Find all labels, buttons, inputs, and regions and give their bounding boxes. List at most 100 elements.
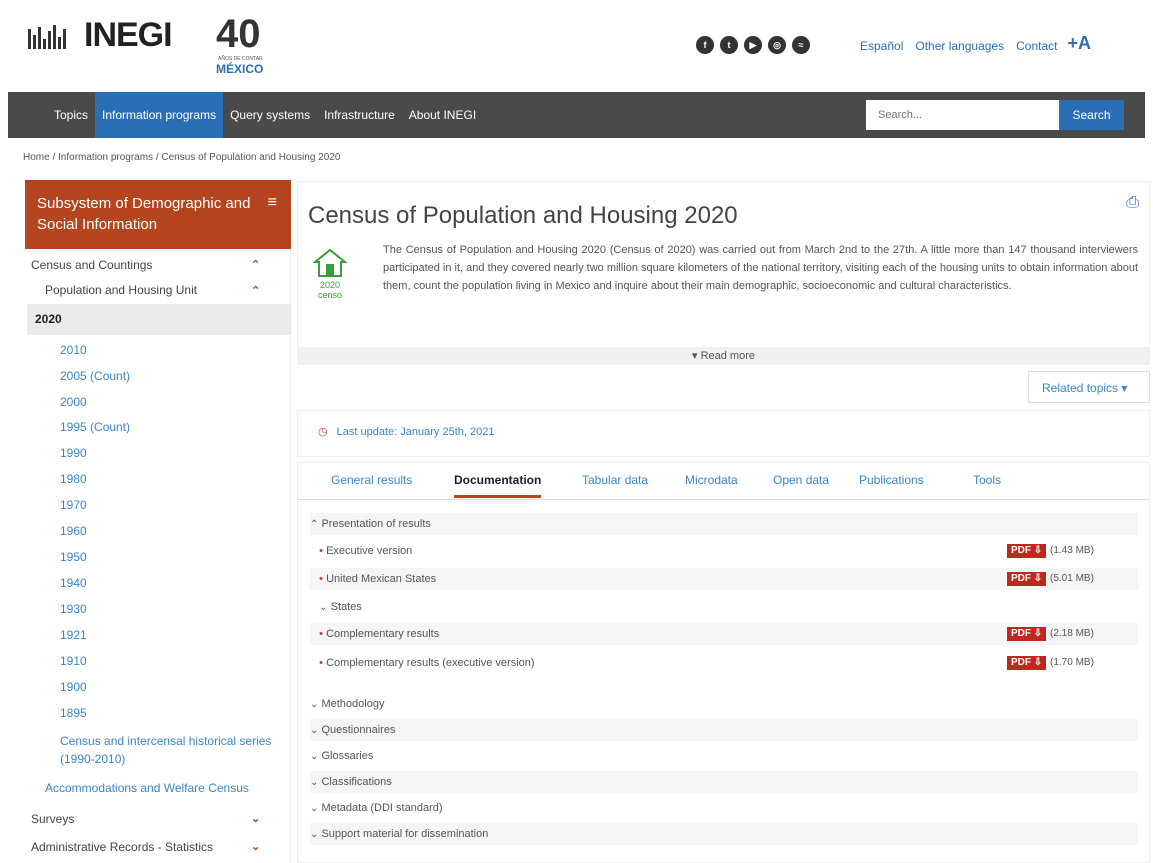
nav-item-topics[interactable]: Topics <box>47 92 95 138</box>
section-metadata[interactable]: ⌄ Metadata (DDI standard) <box>310 797 1138 819</box>
facebook-icon[interactable]: f <box>696 36 714 54</box>
related-topics-button[interactable]: Related topics ▾ <box>1028 371 1150 403</box>
sidebar-item-1895[interactable]: 1895 <box>60 706 87 720</box>
font-size-button[interactable]: +A <box>1067 33 1091 54</box>
section-questionnaires[interactable]: ⌄ Questionnaires <box>310 719 1138 741</box>
doc-row-states[interactable]: ⌄ States <box>310 596 1138 618</box>
caret-up-icon: ⌃ <box>310 519 319 530</box>
contact-link[interactable]: Contact <box>1016 39 1057 53</box>
section-label: Support material for dissemination <box>321 828 489 840</box>
sidebar-item-historical-series[interactable]: Census and intercensal historical series… <box>60 732 275 768</box>
rss-icon[interactable]: ≈ <box>792 36 810 54</box>
doc-row: • Executive version PDF ⇩ (1.43 MB) <box>310 540 1138 562</box>
file-size: (1.70 MB) <box>1050 657 1094 668</box>
caret-down-icon: ⌄ <box>319 602 328 613</box>
sidebar-item-2000[interactable]: 2000 <box>60 395 87 409</box>
sidebar-item-2020[interactable]: 2020 <box>27 304 291 335</box>
doc-row: • Complementary results (executive versi… <box>310 652 1138 674</box>
sidebar-item-1970[interactable]: 1970 <box>60 498 87 512</box>
tab-tabular-data[interactable]: Tabular data <box>582 473 648 487</box>
sidebar-item-1900[interactable]: 1900 <box>60 680 87 694</box>
sidebar-item-accommodations[interactable]: Accommodations and Welfare Census <box>45 781 249 795</box>
language-spanish-link[interactable]: Español <box>860 39 903 53</box>
documentation-card: General results Documentation Tabular da… <box>297 462 1150 863</box>
section-label: Methodology <box>321 698 385 710</box>
logo-text: INEGI <box>84 16 173 54</box>
pdf-download-button[interactable]: PDF ⇩ <box>1007 627 1047 641</box>
tab-open-data[interactable]: Open data <box>773 473 829 487</box>
sidebar-item-census-countings[interactable]: Census and Countings <box>31 258 152 272</box>
sidebar-item-1910[interactable]: 1910 <box>60 654 87 668</box>
anniversary-number: 40 <box>216 12 261 56</box>
pdf-download-button[interactable]: PDF ⇩ <box>1007 544 1047 558</box>
search-input[interactable] <box>866 100 1059 130</box>
sidebar-item-1960[interactable]: 1960 <box>60 524 87 538</box>
census-intro-card: Census of Population and Housing 2020 ⎙ … <box>297 181 1150 365</box>
nav-item-information-programs[interactable]: Information programs <box>95 92 224 138</box>
inegi-logo[interactable]: INEGI <box>28 16 173 55</box>
sidebar-title: Subsystem of Demographic and Social Info… <box>25 180 291 249</box>
instagram-icon[interactable]: ◎ <box>768 36 786 54</box>
read-more-button[interactable]: ▾ Read more <box>298 347 1149 365</box>
breadcrumb[interactable]: Home / Information programs / Census of … <box>23 152 340 163</box>
sidebar-item-surveys[interactable]: Surveys <box>31 812 74 826</box>
chevron-up-icon[interactable]: ⌃ <box>251 258 260 271</box>
section-presentation-results[interactable]: ⌃ Presentation of results <box>310 513 1138 535</box>
caret-down-icon: ⌄ <box>310 829 319 840</box>
chevron-up-icon[interactable]: ⌃ <box>251 284 260 297</box>
doc-link[interactable]: United Mexican States <box>326 573 436 585</box>
section-glossaries[interactable]: ⌄ Glossaries <box>310 745 1138 767</box>
youtube-icon[interactable]: ▶ <box>744 36 762 54</box>
doc-link[interactable]: Complementary results <box>326 628 439 640</box>
caret-down-icon: ⌄ <box>310 725 319 736</box>
sidebar-item-2005[interactable]: 2005 (Count) <box>60 369 130 383</box>
bullet-icon: • <box>319 573 324 585</box>
section-classifications[interactable]: ⌄ Classifications <box>310 771 1138 793</box>
sidebar-item-admin-records[interactable]: Administrative Records - Statistics <box>31 840 213 854</box>
section-support-material[interactable]: ⌄ Support material for dissemination <box>310 823 1138 845</box>
nav-item-infrastructure[interactable]: Infrastructure <box>317 92 402 138</box>
clock-icon: ◷ <box>318 426 328 438</box>
nav-item-query-systems[interactable]: Query systems <box>223 92 317 138</box>
sidebar-item-1990[interactable]: 1990 <box>60 446 87 460</box>
hamburger-icon[interactable]: ≡ <box>268 192 277 213</box>
caret-down-icon: ⌄ <box>310 777 319 788</box>
file-size: (2.18 MB) <box>1050 628 1094 639</box>
censo-logo-text: 2020 censo <box>317 280 343 300</box>
sidebar-item-1930[interactable]: 1930 <box>60 602 87 616</box>
caret-down-icon: ⌄ <box>310 803 319 814</box>
sidebar-item-1940[interactable]: 1940 <box>60 576 87 590</box>
doc-link[interactable]: Complementary results (executive version… <box>326 657 534 669</box>
tab-publications[interactable]: Publications <box>859 473 924 487</box>
bullet-icon: • <box>319 628 324 640</box>
sidebar-item-1980[interactable]: 1980 <box>60 472 87 486</box>
twitter-icon[interactable]: t <box>720 36 738 54</box>
tab-microdata[interactable]: Microdata <box>685 473 738 487</box>
tab-general-results[interactable]: General results <box>331 473 412 487</box>
search-button[interactable]: Search <box>1059 100 1124 130</box>
bullet-icon: • <box>319 657 324 669</box>
pdf-download-button[interactable]: PDF ⇩ <box>1007 572 1047 586</box>
print-icon[interactable]: ⎙ <box>1126 194 1139 212</box>
site-header: INEGI 40 AÑOS DE CONTAR MÉXICO f t ▶ ◎ ≈… <box>0 0 1153 83</box>
inegi-logo-mark-icon <box>28 23 78 49</box>
section-label: Glossaries <box>321 750 374 762</box>
sidebar-item-2010[interactable]: 2010 <box>60 343 87 357</box>
sidebar-item-1921[interactable]: 1921 <box>60 628 87 642</box>
sidebar-item-population-housing[interactable]: Population and Housing Unit <box>45 283 197 297</box>
doc-link[interactable]: Executive version <box>326 545 412 557</box>
chevron-down-icon[interactable]: ⌄ <box>251 812 260 825</box>
pdf-download-button[interactable]: PDF ⇩ <box>1007 656 1047 670</box>
tab-tools[interactable]: Tools <box>973 473 1001 487</box>
caret-down-icon: ⌄ <box>310 699 319 710</box>
bullet-icon: • <box>319 545 324 557</box>
section-methodology[interactable]: ⌄ Methodology <box>310 693 1138 715</box>
sidebar-item-1950[interactable]: 1950 <box>60 550 87 564</box>
nav-item-about-inegi[interactable]: About INEGI <box>402 92 483 138</box>
chevron-down-icon[interactable]: ⌄ <box>251 840 260 853</box>
doc-row: • United Mexican States PDF ⇩ (5.01 MB) <box>310 568 1138 590</box>
anniversary-logo: 40 AÑOS DE CONTAR MÉXICO <box>216 14 286 76</box>
other-languages-link[interactable]: Other languages <box>915 39 1004 53</box>
tab-documentation[interactable]: Documentation <box>454 473 542 498</box>
sidebar-item-1995[interactable]: 1995 (Count) <box>60 420 130 434</box>
